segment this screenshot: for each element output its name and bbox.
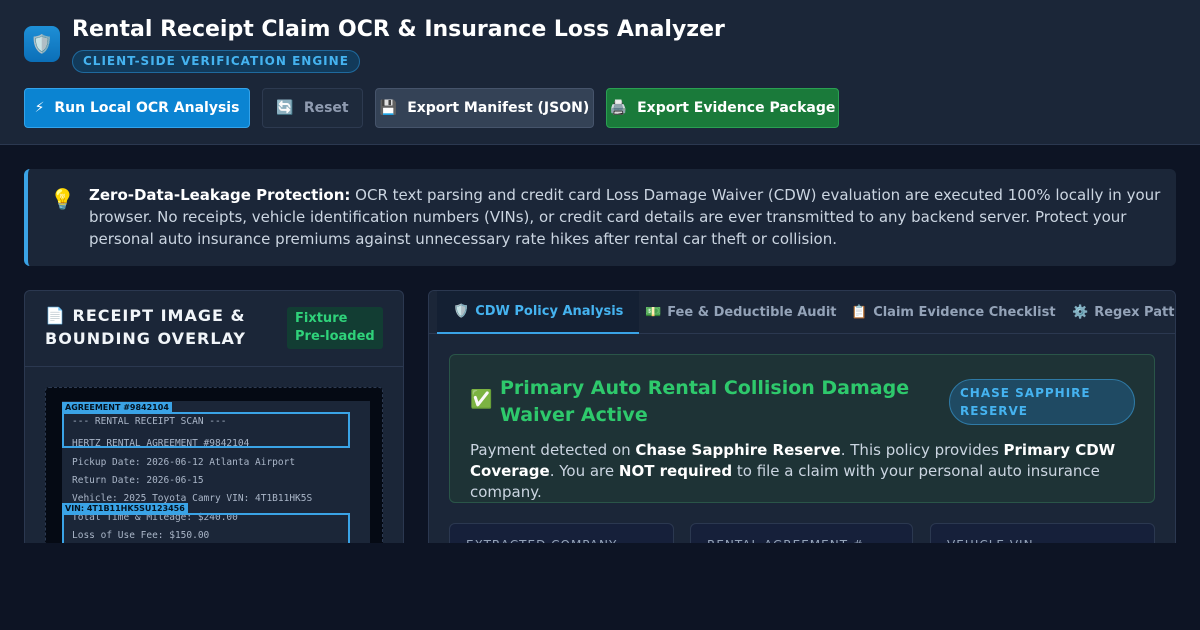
analysis-tabs: 🛡️ CDW Policy Analysis 💵 Fee & Deductibl… — [429, 291, 1175, 334]
ocr-bounding-box-label: AGREEMENT #9842104 — [62, 402, 172, 413]
shield-icon: 🛡️ — [24, 26, 60, 62]
cdw-text-bold: Chase Sapphire Reserve — [635, 441, 841, 459]
document-icon: 📄 — [45, 306, 66, 325]
export-evidence-label: Export Evidence Package — [637, 100, 836, 116]
receipt-panel-header: 📄 RECEIPT IMAGE & BOUNDING OVERLAY Fixtu… — [25, 291, 403, 367]
tab-label: Claim Evidence Checklist — [873, 305, 1056, 320]
tab-label: CDW Policy Analysis — [475, 304, 624, 319]
privacy-notice: 💡 Zero-Data-Leakage Protection: OCR text… — [24, 169, 1176, 266]
ocr-bounding-box-vin[interactable] — [62, 513, 350, 545]
app-header: 🛡️ Rental Receipt Claim OCR & Insurance … — [0, 0, 1200, 145]
receipt-line: Return Date: 2026-06-15 — [72, 475, 204, 486]
lightning-icon: ⚡ — [34, 100, 45, 116]
ocr-bounding-box-agreement[interactable] — [62, 412, 350, 448]
cdw-text: Payment detected on — [470, 441, 636, 459]
money-icon: 💵 — [645, 305, 662, 320]
clipboard-icon: 📋 — [851, 305, 868, 320]
privacy-notice-heading: Zero-Data-Leakage Protection: — [89, 186, 351, 204]
cdw-text-bold: NOT required — [618, 462, 733, 480]
floppy-disk-icon: 💾 — [379, 100, 398, 116]
export-manifest-label: Export Manifest (JSON) — [407, 100, 590, 116]
ocr-bounding-box-label: VIN: 4T1B11HK5SU123456 — [62, 503, 188, 514]
shield-icon: 🛡️ — [453, 304, 470, 319]
receipt-line: Pickup Date: 2026-06-12 Atlanta Airport — [72, 457, 296, 468]
check-icon: ✅ — [470, 389, 493, 410]
cdw-status-title: Primary Auto Rental Collision Damage Wai… — [500, 377, 910, 426]
export-evidence-button[interactable]: 🖨️ Export Evidence Package — [606, 88, 839, 128]
receipt-panel-title-text: RECEIPT IMAGE & BOUNDING OVERLAY — [45, 306, 246, 348]
run-ocr-label: Run Local OCR Analysis — [54, 100, 240, 116]
printer-icon: 🖨️ — [609, 100, 628, 116]
cdw-text: . This policy provides — [840, 441, 1004, 459]
tab-regex-patterns[interactable]: ⚙️ Regex Patter — [1056, 291, 1175, 334]
gear-icon: ⚙️ — [1072, 305, 1089, 320]
run-ocr-button[interactable]: ⚡ Run Local OCR Analysis — [24, 88, 250, 128]
reset-label: Reset — [303, 100, 349, 116]
cdw-status-description: Payment detected on Chase Sapphire Reser… — [470, 440, 1140, 503]
export-manifest-button[interactable]: 💾 Export Manifest (JSON) — [375, 88, 594, 128]
app-title: Rental Receipt Claim OCR & Insurance Los… — [72, 17, 725, 42]
fixture-status-badge: Fixture Pre-loaded — [287, 307, 383, 349]
page-background — [0, 543, 1200, 630]
tab-cdw-policy-analysis[interactable]: 🛡️ CDW Policy Analysis — [437, 291, 640, 334]
refresh-icon: 🔄 — [276, 100, 294, 116]
tab-fee-deductible-audit[interactable]: 💵 Fee & Deductible Audit — [629, 291, 853, 334]
privacy-notice-text: Zero-Data-Leakage Protection: OCR text p… — [89, 184, 1164, 250]
lightbulb-icon: 💡 — [50, 187, 75, 211]
tab-claim-evidence-checklist[interactable]: 📋 Claim Evidence Checklist — [835, 291, 1072, 334]
cdw-status-card: ✅ Primary Auto Rental Collision Damage W… — [449, 354, 1155, 503]
tab-label: Regex Patter — [1094, 305, 1175, 320]
cdw-text: . You are — [549, 462, 619, 480]
credit-card-badge: CHASE SAPPHIRE RESERVE — [949, 379, 1135, 425]
engine-badge: CLIENT-SIDE VERIFICATION ENGINE — [72, 50, 360, 73]
tab-label: Fee & Deductible Audit — [667, 305, 837, 320]
reset-button[interactable]: 🔄 Reset — [262, 88, 363, 128]
receipt-panel-title: 📄 RECEIPT IMAGE & BOUNDING OVERLAY — [45, 304, 275, 350]
